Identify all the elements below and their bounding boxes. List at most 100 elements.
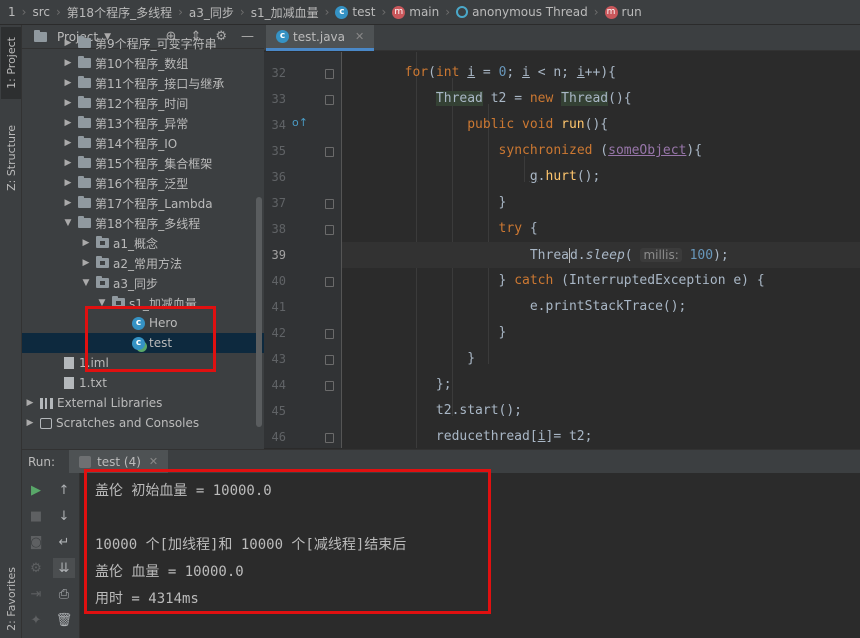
chevron-right-icon[interactable]: ▶ <box>62 58 74 68</box>
breadcrumb-item[interactable]: anonymous Thread <box>456 5 588 19</box>
code-line-34[interactable]: public void run(){ <box>342 112 860 138</box>
chevron-right-icon[interactable]: ▶ <box>80 238 92 248</box>
chevron-right-icon[interactable]: ▶ <box>62 98 74 108</box>
tree-item[interactable]: 1.txt <box>22 373 264 393</box>
camera-icon[interactable]: ◙ <box>25 532 47 552</box>
folder-icon <box>78 76 91 88</box>
tree-item-label: 第13个程序_异常 <box>95 116 189 131</box>
chevron-right-icon[interactable]: ▶ <box>62 198 74 208</box>
chevron-right-icon[interactable]: ▶ <box>62 158 74 168</box>
file-icon <box>64 377 74 389</box>
tree-item[interactable]: ▼ 第18个程序_多线程 <box>22 213 264 233</box>
chevron-right-icon[interactable]: ▶ <box>24 418 36 428</box>
fold-marker-icon[interactable] <box>325 199 334 209</box>
code-line-40[interactable]: } catch (InterruptedException e) { <box>342 268 860 294</box>
settings-icon[interactable]: ⚙ <box>25 558 47 578</box>
code-line-41[interactable]: e.printStackTrace(); <box>342 294 860 320</box>
print-icon[interactable]: ⎙ <box>53 584 75 604</box>
run-toolbar: ▶ ↑ ■ ↓ ◙ ↵ ⚙ ⇊ ⇥ ⎙ ✦ 🗑 <box>22 473 80 638</box>
tree-item[interactable]: ▶ 第13个程序_异常 <box>22 113 264 133</box>
fold-marker-icon[interactable] <box>325 381 334 391</box>
package-icon <box>96 236 109 248</box>
breadcrumb-item[interactable]: 1 <box>8 5 16 19</box>
code-line-35[interactable]: synchronized (someObject){ <box>342 138 860 164</box>
chevron-right-icon[interactable]: ▶ <box>62 178 74 188</box>
line-number: 38 <box>271 222 286 236</box>
breadcrumb-item[interactable]: m main <box>392 5 439 19</box>
code-line-43[interactable]: } <box>342 346 860 372</box>
stop-icon[interactable]: ■ <box>25 506 47 526</box>
trash-icon[interactable]: 🗑 <box>53 610 75 630</box>
rerun-icon[interactable]: ▶ <box>25 480 47 500</box>
close-icon[interactable]: ✕ <box>149 455 158 468</box>
tab-test-java[interactable]: c test.java ✕ <box>266 25 375 51</box>
close-icon[interactable]: ✕ <box>355 30 364 43</box>
breadcrumb-item[interactable]: c test <box>335 5 375 19</box>
folder-icon <box>78 196 91 208</box>
tree-item[interactable]: ▶ 第10个程序_数组 <box>22 53 264 73</box>
project-tool-tab[interactable]: 1: Project <box>1 27 21 99</box>
fold-marker-icon[interactable] <box>325 329 334 339</box>
tree-item[interactable]: ▼ a3_同步 <box>22 273 264 293</box>
breadcrumb-label: 1 <box>8 5 16 19</box>
breadcrumb-item[interactable]: m run <box>604 5 642 19</box>
code-line-44[interactable]: }; <box>342 372 860 398</box>
code-line-33[interactable]: Thread t2 = new Thread(){ <box>342 86 860 112</box>
breadcrumb-item[interactable]: s1_加减血量 <box>251 4 319 21</box>
chevron-down-icon[interactable]: ▼ <box>80 278 92 288</box>
fold-marker-icon[interactable] <box>325 69 334 79</box>
chevron-right-icon[interactable]: ▶ <box>62 138 74 148</box>
breadcrumb-separator: › <box>21 5 27 19</box>
project-scrollbar[interactable] <box>256 197 262 427</box>
tree-item[interactable]: ▶ a1_概念 <box>22 233 264 253</box>
tree-item-label: External Libraries <box>57 396 163 410</box>
chevron-right-icon[interactable]: ▶ <box>62 38 74 48</box>
scroll-to-end-icon[interactable]: ⇊ <box>53 558 75 578</box>
tree-item[interactable]: ▶ 第16个程序_泛型 <box>22 173 264 193</box>
chevron-down-icon[interactable]: ▼ <box>62 218 74 228</box>
fold-marker-icon[interactable] <box>325 147 334 157</box>
chevron-right-icon[interactable]: ▶ <box>24 398 36 408</box>
code-line-42[interactable]: } <box>342 320 860 346</box>
exit-icon[interactable]: ⇥ <box>25 584 47 604</box>
tree-item[interactable]: ▶ Scratches and Consoles <box>22 413 264 433</box>
tree-item[interactable]: ▶ a2_常用方法 <box>22 253 264 273</box>
arrow-down-icon[interactable]: ↓ <box>53 506 75 526</box>
chevron-right-icon[interactable]: ▶ <box>62 118 74 128</box>
code-line-37[interactable]: } <box>342 190 860 216</box>
fold-marker-icon[interactable] <box>325 277 334 287</box>
structure-tool-tab[interactable]: Z: Structure <box>1 117 21 199</box>
code-line-38[interactable]: try { <box>342 216 860 242</box>
breadcrumb-item[interactable]: a3_同步 <box>189 4 234 21</box>
tree-item[interactable]: ▶ 第17个程序_Lambda <box>22 193 264 213</box>
fold-marker-icon[interactable] <box>325 433 334 443</box>
folder-icon <box>78 56 91 68</box>
tree-item[interactable]: ▶ 第9个程序_可变字符串 <box>22 33 264 53</box>
breadcrumb-item[interactable]: src <box>32 5 50 19</box>
line-number: 40 <box>271 274 286 288</box>
project-tool-tab-label: 1: Project <box>4 37 18 89</box>
tree-item[interactable]: ▶ 第11个程序_接口与继承 <box>22 73 264 93</box>
override-method-icon[interactable]: o↑ <box>292 116 308 129</box>
soft-wrap-icon[interactable]: ↵ <box>53 532 75 552</box>
code-line-32[interactable]: for(int i = 0; i < n; i++){ <box>342 60 860 86</box>
fold-marker-icon[interactable] <box>325 225 334 235</box>
pin-icon[interactable]: ✦ <box>25 610 47 630</box>
tree-item[interactable]: ▶ 第15个程序_集合框架 <box>22 153 264 173</box>
tree-item[interactable]: ▶ External Libraries <box>22 393 264 413</box>
code-editor[interactable]: for(int i = 0; i < n; i++){ Thread t2 = … <box>342 52 860 448</box>
breadcrumb-item[interactable]: 第18个程序_多线程 <box>67 4 172 21</box>
libraries-icon <box>40 397 53 409</box>
tree-item[interactable]: ▶ 第14个程序_IO <box>22 133 264 153</box>
tree-item[interactable]: ▶ 第12个程序_时间 <box>22 93 264 113</box>
arrow-up-icon[interactable]: ↑ <box>53 480 75 500</box>
chevron-right-icon[interactable]: ▶ <box>80 258 92 268</box>
chevron-right-icon[interactable]: ▶ <box>62 78 74 88</box>
code-line-45[interactable]: t2.start(); <box>342 398 860 424</box>
code-line-46[interactable]: reducethread[i]= t2; <box>342 424 860 448</box>
fold-marker-icon[interactable] <box>325 95 334 105</box>
fold-marker-icon[interactable] <box>325 355 334 365</box>
favorites-tool-tab[interactable]: 2: Favorites <box>1 560 21 638</box>
code-line-39[interactable]: Thread.sleep( millis: 100); <box>342 242 860 268</box>
code-line-36[interactable]: g.hurt(); <box>342 164 860 190</box>
